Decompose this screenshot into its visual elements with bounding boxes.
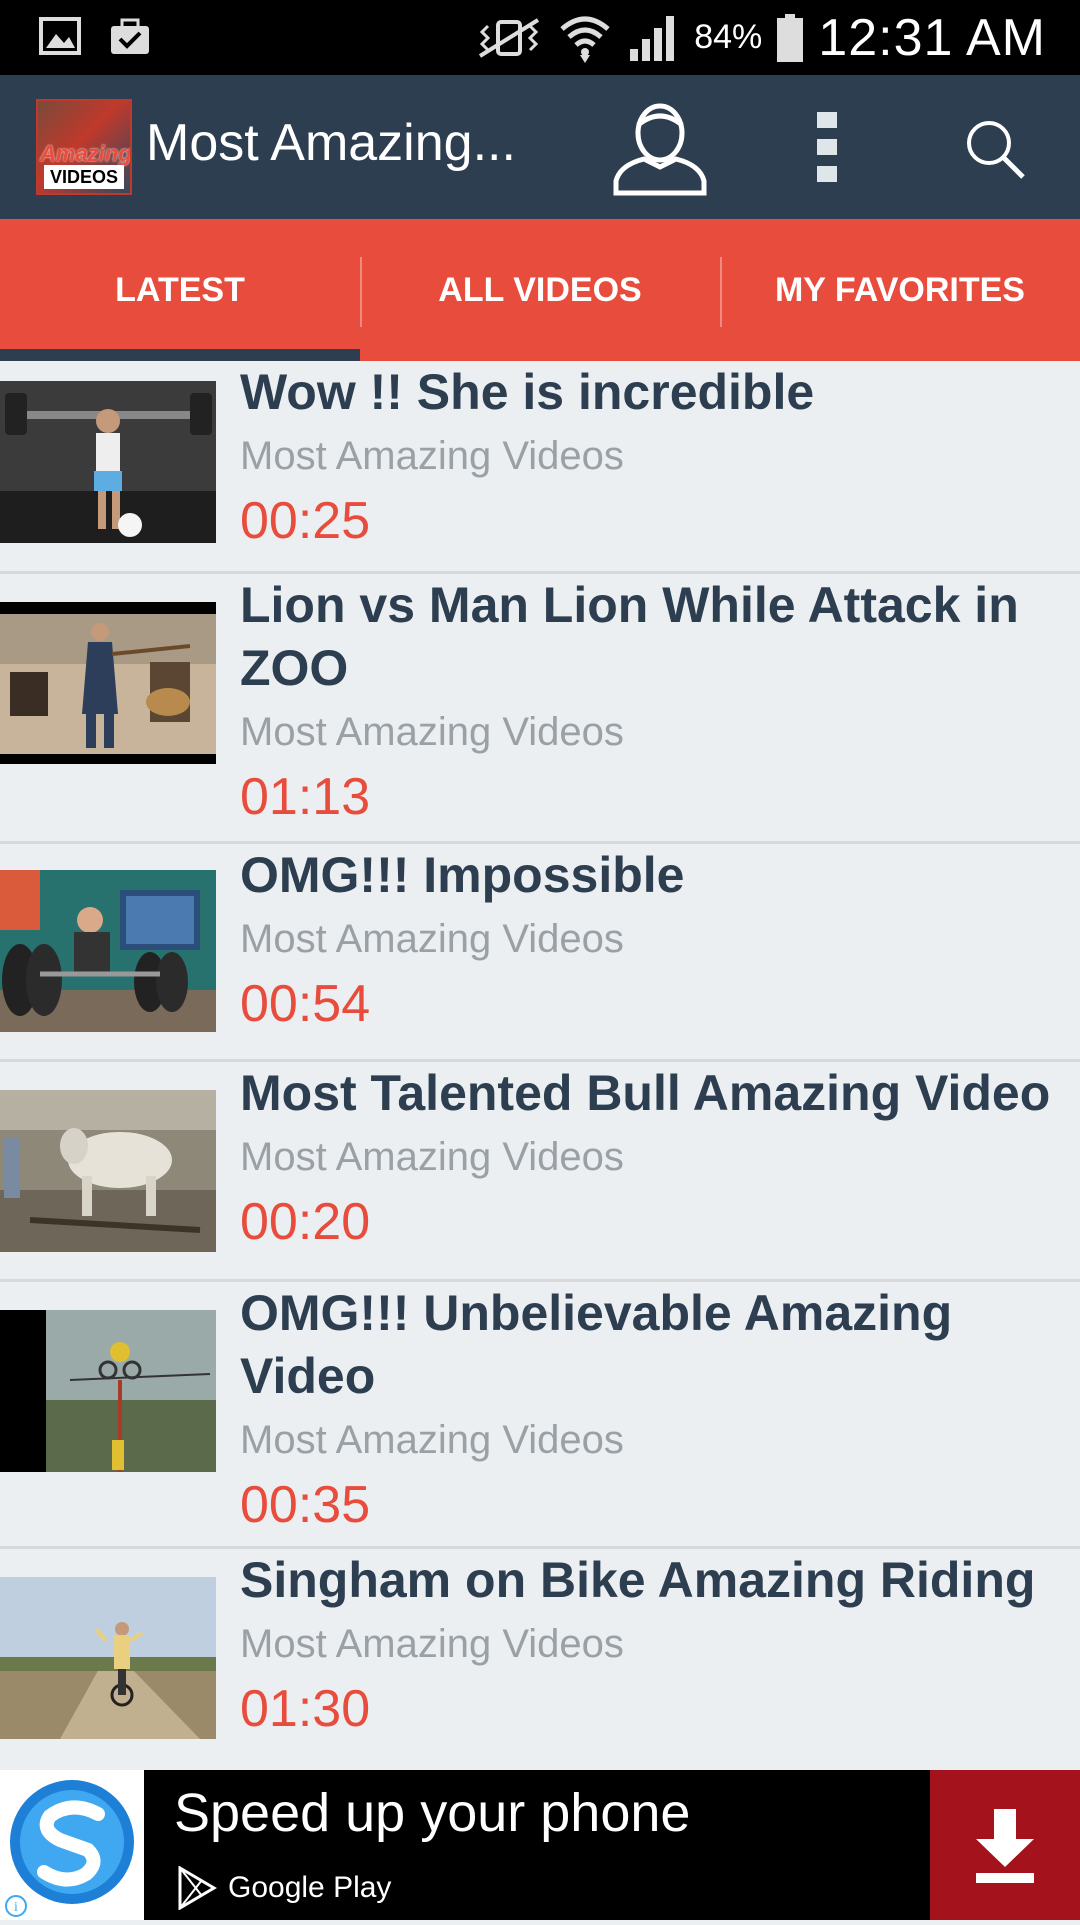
gallery-icon — [39, 17, 81, 55]
list-item[interactable]: Lion vs Man Lion While Attack in ZOO Mos… — [0, 574, 1080, 844]
clock: 12:31 AM — [818, 8, 1046, 67]
video-channel: Most Amazing Videos — [240, 434, 624, 478]
video-channel: Most Amazing Videos — [240, 1622, 624, 1666]
tab-latest[interactable]: LATEST — [0, 219, 360, 361]
battery-icon — [777, 13, 804, 62]
video-duration: 00:54 — [240, 975, 371, 1033]
video-channel: Most Amazing Videos — [240, 710, 624, 754]
video-duration: 01:13 — [240, 768, 371, 826]
video-channel: Most Amazing Videos — [240, 1418, 624, 1462]
tab-my-favorites[interactable]: MY FAVORITES — [720, 219, 1080, 361]
logo-text-bottom: VIDEOS — [44, 165, 124, 189]
download-icon — [976, 1809, 1034, 1883]
speed-booster-icon: i — [5, 1780, 134, 1917]
overflow-menu-button[interactable] — [795, 99, 859, 195]
briefcase-check-icon — [111, 18, 149, 54]
signal-icon — [630, 15, 675, 61]
video-title: Most Talented Bull Amazing Video — [240, 1065, 1051, 1121]
tab-all-videos[interactable]: ALL VIDEOS — [360, 219, 720, 361]
video-duration: 00:20 — [240, 1193, 371, 1251]
play-store-icon — [178, 1866, 217, 1910]
video-title: Singham on Bike Amazing Riding — [240, 1552, 1036, 1608]
ad-headline: Speed up your phone — [174, 1783, 691, 1843]
ad-download-button[interactable] — [930, 1770, 1080, 1920]
status-bar: 84% 12:31 AM — [0, 0, 1080, 75]
ad-app-icon[interactable]: i — [0, 1770, 144, 1920]
profile-button[interactable] — [605, 95, 715, 199]
search-icon — [967, 121, 1025, 179]
list-item[interactable]: OMG!!! Impossible Most Amazing Videos 00… — [0, 844, 1080, 1062]
ad-store-badge: Google Play — [174, 1866, 391, 1910]
list-item[interactable]: Wow !! She is incredible Most Amazing Vi… — [0, 361, 1080, 574]
video-duration: 00:25 — [240, 492, 371, 550]
video-thumbnail[interactable] — [0, 1577, 216, 1739]
list-item[interactable]: Most Talented Bull Amazing Video Most Am… — [0, 1062, 1080, 1282]
video-thumbnail[interactable] — [0, 381, 216, 543]
video-title: OMG!!! Unbelievable Amazing Video — [240, 1285, 953, 1404]
video-title: Lion vs Man Lion While Attack in ZOO — [240, 577, 1019, 696]
ad-banner[interactable]: i Speed up your phone Google Play — [0, 1770, 1080, 1920]
video-thumbnail[interactable] — [0, 1310, 216, 1472]
video-thumbnail[interactable] — [0, 870, 216, 1032]
video-channel: Most Amazing Videos — [240, 917, 624, 961]
list-item[interactable]: OMG!!! Unbelievable Amazing Video Most A… — [0, 1282, 1080, 1549]
app-title: Most Amazing... — [146, 114, 516, 172]
video-thumbnail[interactable] — [0, 602, 216, 764]
wifi-icon — [560, 16, 610, 63]
logo-text-top: Amazing — [40, 141, 132, 166]
ad-store-label: Google Play — [228, 1871, 392, 1904]
vibrate-silent-icon — [479, 17, 540, 58]
video-duration: 00:35 — [240, 1476, 371, 1534]
tab-bar: LATEST ALL VIDEOS MY FAVORITES — [0, 219, 1080, 361]
list-item[interactable]: Singham on Bike Amazing Riding Most Amaz… — [0, 1549, 1080, 1771]
battery-percent: 84% — [694, 18, 763, 56]
video-list[interactable]: Wow !! She is incredible Most Amazing Vi… — [0, 361, 1080, 1771]
video-title: OMG!!! Impossible — [240, 847, 685, 903]
profile-icon — [613, 103, 707, 196]
app-bar: Amazing VIDEOS Most Amazing... — [0, 75, 1080, 219]
video-channel: Most Amazing Videos — [240, 1135, 624, 1179]
video-title: Wow !! She is incredible — [240, 364, 815, 420]
video-thumbnail[interactable] — [0, 1090, 216, 1252]
overflow-menu-icon — [817, 112, 837, 182]
svg-text:i: i — [14, 1900, 18, 1915]
app-logo[interactable]: Amazing VIDEOS — [36, 99, 132, 195]
video-duration: 01:30 — [240, 1680, 371, 1738]
search-button[interactable] — [955, 111, 1035, 187]
